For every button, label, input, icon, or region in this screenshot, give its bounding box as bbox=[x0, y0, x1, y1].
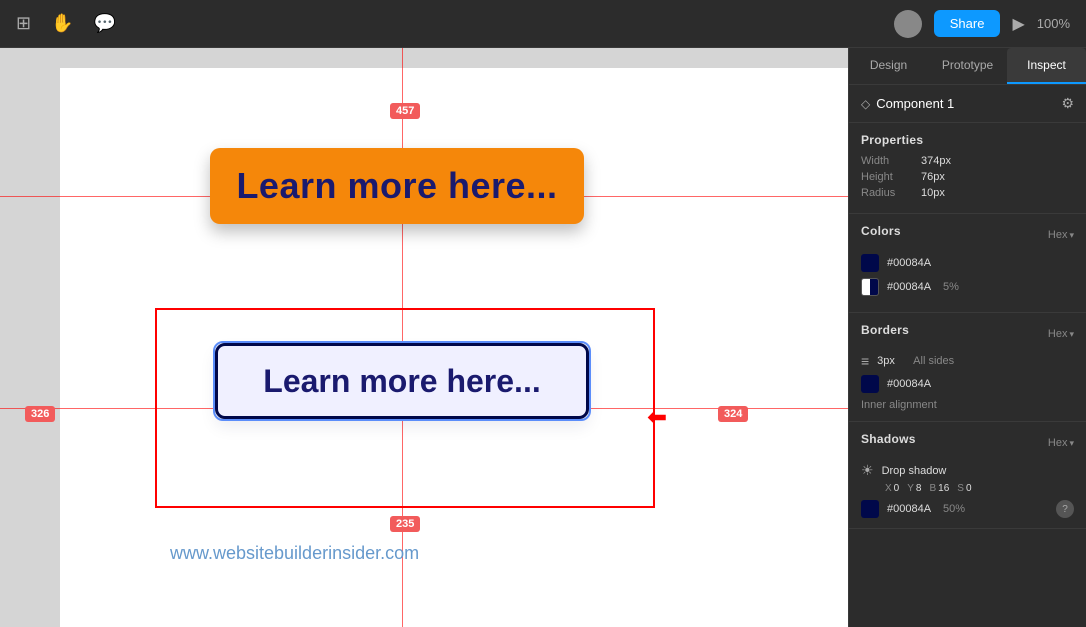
chevron-down-icon: ▾ bbox=[1069, 230, 1074, 241]
dist-top-label: 457 bbox=[390, 103, 420, 119]
shadows-chevron-icon: ▾ bbox=[1069, 438, 1074, 449]
radius-row: Radius 10px bbox=[861, 187, 1074, 199]
color-hex-2: #00084A bbox=[887, 281, 931, 293]
borders-chevron-icon: ▾ bbox=[1069, 329, 1074, 340]
border-color-hex: #00084A bbox=[887, 378, 931, 390]
orange-button-text: Learn more here... bbox=[236, 165, 557, 207]
orange-button[interactable]: Learn more here... bbox=[210, 148, 584, 224]
shadows-section: Shadows Hex ▾ ☀ Drop shadow X 0 bbox=[849, 422, 1086, 529]
border-sides: All sides bbox=[913, 355, 1074, 367]
comment-icon[interactable]: 💬 bbox=[94, 13, 116, 34]
colors-title: Colors bbox=[861, 224, 901, 238]
white-button[interactable]: Learn more here... bbox=[215, 343, 589, 419]
panel-content: ◇ Component 1 ⚙ Properties Width 374px H… bbox=[849, 85, 1086, 627]
shadow-color-opacity: 50% bbox=[943, 503, 965, 515]
borders-section: Borders Hex ▾ ≡ 3px All sides #00084A In… bbox=[849, 313, 1086, 422]
main-area: 457 326 324 235 Learn more here... Learn… bbox=[0, 48, 1086, 627]
dist-left-label: 326 bbox=[25, 406, 55, 422]
border-color-row: #00084A bbox=[861, 375, 1074, 393]
y-val: 8 bbox=[916, 483, 922, 494]
border-size: 3px bbox=[877, 355, 905, 367]
shadow-color-swatch[interactable] bbox=[861, 500, 879, 518]
properties-section: Properties Width 374px Height 76px Radiu… bbox=[849, 123, 1086, 214]
color-row-2: #00084A 5% bbox=[861, 278, 1074, 296]
topbar: ⊞ ✋ 💬 Share ▶ 100% bbox=[0, 0, 1086, 48]
tab-prototype[interactable]: Prototype bbox=[928, 48, 1007, 84]
shadow-type-row: ☀ Drop shadow bbox=[861, 462, 1074, 479]
color-row-1: #00084A bbox=[861, 254, 1074, 272]
tab-design[interactable]: Design bbox=[849, 48, 928, 84]
shadows-title: Shadows bbox=[861, 432, 916, 446]
panel-tabs: Design Prototype Inspect bbox=[849, 48, 1086, 85]
component-header: ◇ Component 1 ⚙ bbox=[849, 85, 1086, 123]
help-icon[interactable]: ? bbox=[1056, 500, 1074, 518]
borders-header: Borders Hex ▾ bbox=[861, 323, 1074, 345]
colors-hex-dropdown[interactable]: Hex ▾ bbox=[1048, 229, 1074, 241]
hex-label: Hex bbox=[1048, 229, 1068, 241]
border-lines-icon: ≡ bbox=[861, 353, 869, 369]
height-value: 76px bbox=[921, 171, 945, 183]
color-opacity-2: 5% bbox=[943, 281, 959, 293]
border-row: ≡ 3px All sides bbox=[861, 353, 1074, 369]
dist-bottom-label: 235 bbox=[390, 516, 420, 532]
canvas[interactable]: 457 326 324 235 Learn more here... Learn… bbox=[0, 48, 848, 627]
diamond-icon: ◇ bbox=[861, 97, 870, 111]
shadow-coords: X 0 Y 8 B 16 S 0 bbox=[861, 483, 1074, 494]
height-row: Height 76px bbox=[861, 171, 1074, 183]
dist-right-label: 324 bbox=[718, 406, 748, 422]
topbar-center: Share ▶ 100% bbox=[894, 10, 1070, 38]
shadow-type-label: Drop shadow bbox=[882, 465, 947, 477]
shadows-header: Shadows Hex ▾ bbox=[861, 432, 1074, 454]
height-label: Height bbox=[861, 171, 921, 183]
s-val: 0 bbox=[966, 483, 972, 494]
color-swatch-2[interactable] bbox=[861, 278, 879, 296]
shadows-hex-dropdown[interactable]: Hex ▾ bbox=[1048, 437, 1074, 449]
colors-header: Colors Hex ▾ bbox=[861, 224, 1074, 246]
width-row: Width 374px bbox=[861, 155, 1074, 167]
width-label: Width bbox=[861, 155, 921, 167]
grid-icon[interactable]: ⊞ bbox=[16, 13, 31, 34]
right-panel: Design Prototype Inspect ◇ Component 1 ⚙… bbox=[848, 48, 1086, 627]
shadow-s: S 0 bbox=[957, 483, 971, 494]
website-label: www.websitebuilderinsider.com bbox=[170, 543, 419, 564]
colors-section: Colors Hex ▾ #00084A #00084A 5% bbox=[849, 214, 1086, 313]
s-key: S bbox=[957, 483, 964, 494]
component-name: Component 1 bbox=[876, 96, 954, 111]
shadow-color-hex: #00084A bbox=[887, 503, 931, 515]
shadow-y: Y 8 bbox=[907, 483, 921, 494]
shadow-color-row: #00084A 50% ? bbox=[861, 500, 1074, 518]
b-key: B bbox=[929, 483, 936, 494]
x-val: 0 bbox=[894, 483, 900, 494]
shadow-sun-icon: ☀ bbox=[861, 462, 874, 479]
avatar bbox=[894, 10, 922, 38]
borders-title: Borders bbox=[861, 323, 909, 337]
inner-alignment: Inner alignment bbox=[861, 399, 1074, 411]
component-title-row: ◇ Component 1 bbox=[861, 96, 954, 111]
shadows-hex-label: Hex bbox=[1048, 437, 1068, 449]
zoom-label[interactable]: 100% bbox=[1037, 16, 1070, 31]
play-button[interactable]: ▶ bbox=[1012, 14, 1024, 34]
hand-icon[interactable]: ✋ bbox=[51, 13, 73, 34]
borders-hex-dropdown[interactable]: Hex ▾ bbox=[1048, 328, 1074, 340]
radius-label: Radius bbox=[861, 187, 921, 199]
shadow-x: X 0 bbox=[885, 483, 899, 494]
radius-value: 10px bbox=[921, 187, 945, 199]
topbar-left: ⊞ ✋ 💬 bbox=[16, 13, 116, 34]
width-value: 374px bbox=[921, 155, 951, 167]
y-key: Y bbox=[907, 483, 914, 494]
properties-title: Properties bbox=[861, 133, 1074, 147]
settings-icon[interactable]: ⚙ bbox=[1061, 95, 1074, 112]
white-button-text: Learn more here... bbox=[263, 363, 540, 400]
arrow-indicator: ⬅ bbox=[647, 403, 667, 432]
share-button[interactable]: Share bbox=[934, 10, 1001, 37]
shadow-b: B 16 bbox=[929, 483, 949, 494]
x-key: X bbox=[885, 483, 892, 494]
tab-inspect[interactable]: Inspect bbox=[1007, 48, 1086, 84]
color-hex-1: #00084A bbox=[887, 257, 931, 269]
borders-hex-label: Hex bbox=[1048, 328, 1068, 340]
color-swatch-1[interactable] bbox=[861, 254, 879, 272]
border-color-swatch[interactable] bbox=[861, 375, 879, 393]
b-val: 16 bbox=[938, 483, 949, 494]
